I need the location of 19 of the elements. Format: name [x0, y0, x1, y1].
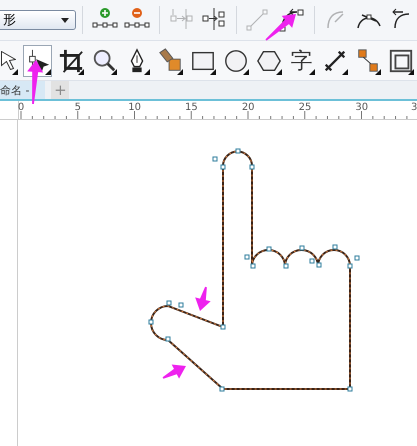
shape-dropdown[interactable]: 形 — [0, 10, 76, 30]
ruler-label: 5 — [74, 102, 81, 113]
text-tool-button[interactable]: 字 — [287, 44, 316, 76]
ruler-label: 20 — [242, 102, 255, 113]
pointer-arrow — [162, 364, 186, 379]
pointer-arrow — [195, 286, 211, 311]
pointer-arrow — [265, 14, 296, 41]
ruler-label: 10 — [128, 102, 141, 113]
ruler-label: 0 — [18, 102, 24, 113]
ruler-label: 15 — [185, 102, 198, 113]
crop-icon — [58, 48, 84, 74]
bucket-icon — [156, 48, 182, 74]
ruler-label: 25 — [298, 102, 312, 113]
document-tab[interactable]: 命名 - — [0, 81, 46, 99]
circle-icon — [222, 48, 248, 74]
ruler-label: 30 — [355, 102, 368, 113]
pointer-arrow — [27, 60, 44, 104]
ruler-label: 3 — [411, 102, 417, 113]
nested-squares-icon — [388, 48, 414, 74]
